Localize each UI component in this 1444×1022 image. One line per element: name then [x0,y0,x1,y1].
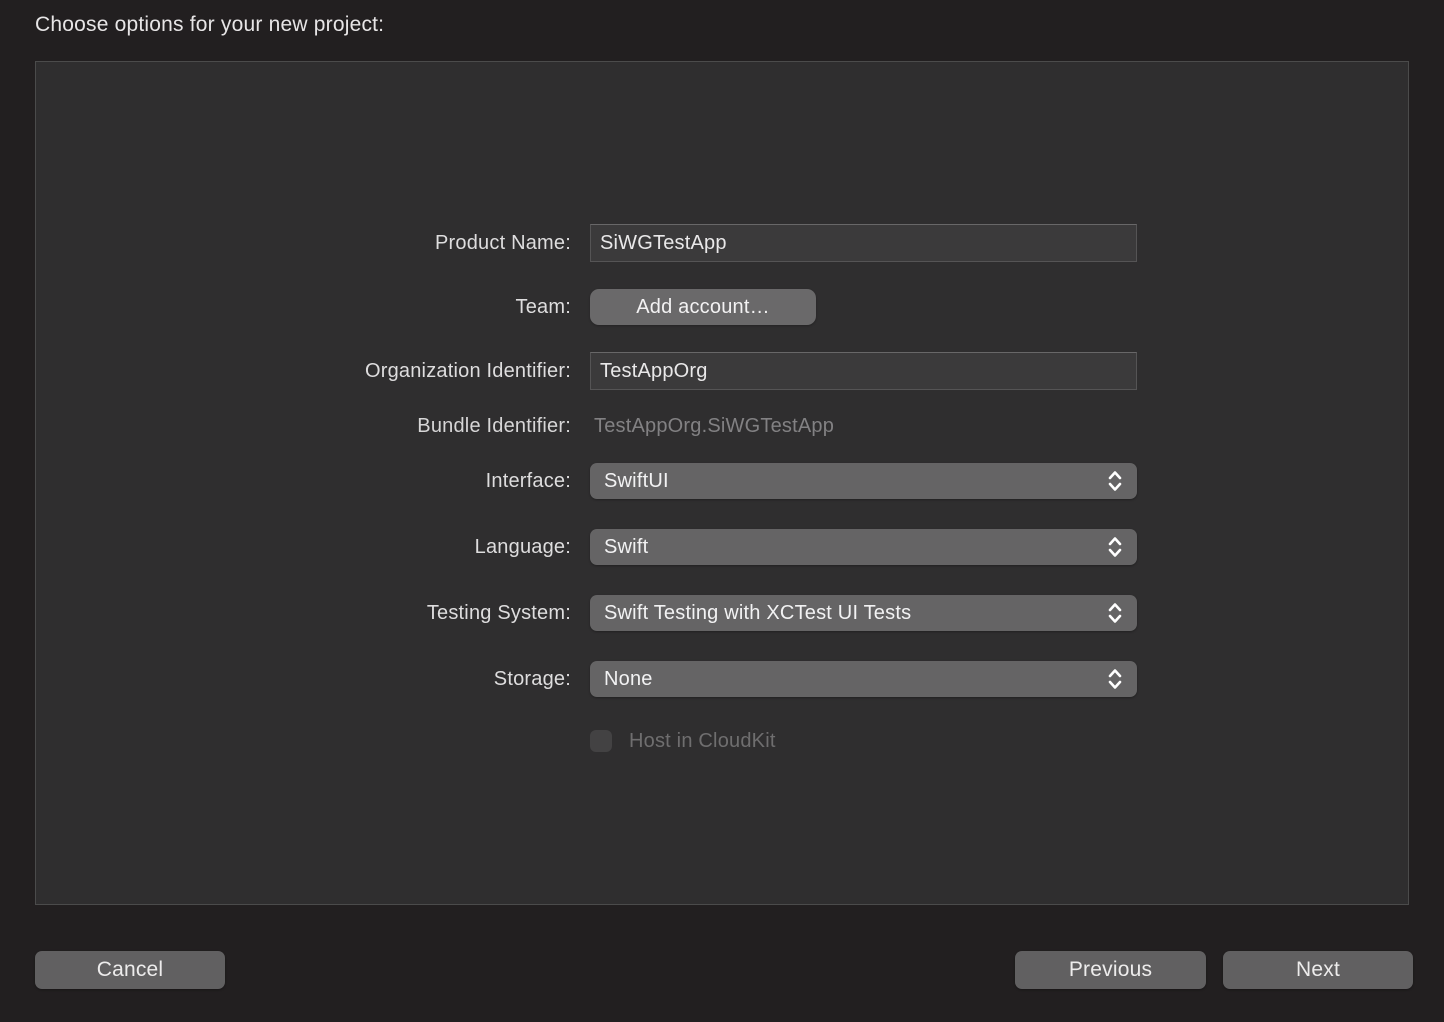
chevron-up-down-icon [1104,667,1126,691]
language-select[interactable]: Swift [590,529,1137,565]
host-in-cloudkit-label: Host in CloudKit [629,730,776,753]
bundle-identifier-value: TestAppOrg.SiWGTestApp [590,415,834,438]
product-name-input[interactable] [590,224,1137,262]
team-row: Team: Add account… [36,289,1408,325]
previous-button[interactable]: Previous [1015,951,1206,989]
testing-system-select[interactable]: Swift Testing with XCTest UI Tests [590,595,1137,631]
testing-system-selected-value: Swift Testing with XCTest UI Tests [604,602,911,625]
interface-select[interactable]: SwiftUI [590,463,1137,499]
interface-row: Interface: SwiftUI [36,463,1408,499]
testing-system-label: Testing System: [36,602,571,625]
organization-identifier-row: Organization Identifier: [36,352,1408,390]
team-label: Team: [36,296,571,319]
add-account-button[interactable]: Add account… [590,289,816,325]
storage-row: Storage: None [36,661,1408,697]
chevron-up-down-icon [1104,469,1126,493]
next-button[interactable]: Next [1223,951,1413,989]
host-in-cloudkit-row: Host in CloudKit [36,729,1408,753]
interface-label: Interface: [36,470,571,493]
storage-label: Storage: [36,668,571,691]
storage-selected-value: None [604,668,653,691]
bundle-identifier-row: Bundle Identifier: TestAppOrg.SiWGTestAp… [36,412,1408,440]
testing-system-row: Testing System: Swift Testing with XCTes… [36,595,1408,631]
organization-identifier-input[interactable] [590,352,1137,390]
dialog-title: Choose options for your new project: [35,13,384,37]
language-row: Language: Swift [36,529,1408,565]
storage-select[interactable]: None [590,661,1137,697]
options-panel: Product Name: Team: Add account… Organiz… [35,61,1409,905]
language-selected-value: Swift [604,536,648,559]
host-in-cloudkit-checkbox[interactable] [590,730,612,752]
chevron-up-down-icon [1104,535,1126,559]
product-name-row: Product Name: [36,224,1408,262]
bundle-identifier-label: Bundle Identifier: [36,415,571,438]
cancel-button[interactable]: Cancel [35,951,225,989]
product-name-label: Product Name: [36,232,571,255]
chevron-up-down-icon [1104,601,1126,625]
organization-identifier-label: Organization Identifier: [36,360,571,383]
interface-selected-value: SwiftUI [604,470,669,493]
language-label: Language: [36,536,571,559]
